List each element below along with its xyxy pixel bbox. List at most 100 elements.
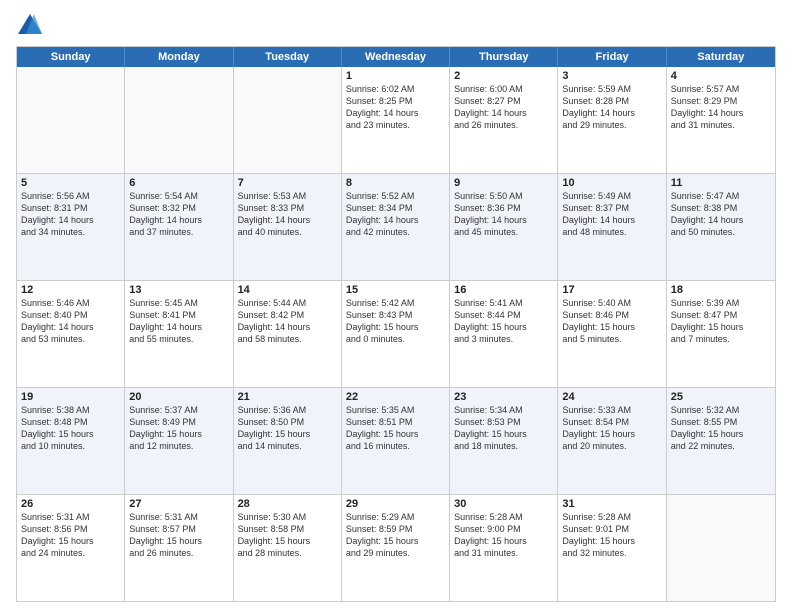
day-info: Sunrise: 5:44 AMSunset: 8:42 PMDaylight:… [238,297,337,346]
day-info: Sunrise: 5:56 AMSunset: 8:31 PMDaylight:… [21,190,120,239]
day-number: 11 [671,177,771,189]
day-number: 1 [346,70,445,82]
calendar-day-2: 2Sunrise: 6:00 AMSunset: 8:27 PMDaylight… [450,67,558,173]
calendar-day-25: 25Sunrise: 5:32 AMSunset: 8:55 PMDayligh… [667,388,775,494]
day-number: 25 [671,391,771,403]
calendar-day-31: 31Sunrise: 5:28 AMSunset: 9:01 PMDayligh… [558,495,666,601]
day-number: 3 [562,70,661,82]
calendar-day-19: 19Sunrise: 5:38 AMSunset: 8:48 PMDayligh… [17,388,125,494]
calendar-empty-cell [17,67,125,173]
day-number: 13 [129,284,228,296]
calendar-day-10: 10Sunrise: 5:49 AMSunset: 8:37 PMDayligh… [558,174,666,280]
day-info: Sunrise: 5:45 AMSunset: 8:41 PMDaylight:… [129,297,228,346]
day-number: 12 [21,284,120,296]
day-number: 30 [454,498,553,510]
calendar-week-5: 26Sunrise: 5:31 AMSunset: 8:56 PMDayligh… [17,495,775,601]
calendar-header: SundayMondayTuesdayWednesdayThursdayFrid… [17,47,775,67]
day-number: 21 [238,391,337,403]
day-info: Sunrise: 5:28 AMSunset: 9:01 PMDaylight:… [562,511,661,560]
calendar-day-13: 13Sunrise: 5:45 AMSunset: 8:41 PMDayligh… [125,281,233,387]
day-info: Sunrise: 5:57 AMSunset: 8:29 PMDaylight:… [671,83,771,132]
calendar: SundayMondayTuesdayWednesdayThursdayFrid… [16,46,776,602]
day-info: Sunrise: 5:32 AMSunset: 8:55 PMDaylight:… [671,404,771,453]
day-info: Sunrise: 5:50 AMSunset: 8:36 PMDaylight:… [454,190,553,239]
day-info: Sunrise: 5:31 AMSunset: 8:56 PMDaylight:… [21,511,120,560]
day-number: 18 [671,284,771,296]
calendar-day-27: 27Sunrise: 5:31 AMSunset: 8:57 PMDayligh… [125,495,233,601]
calendar-day-26: 26Sunrise: 5:31 AMSunset: 8:56 PMDayligh… [17,495,125,601]
calendar-day-3: 3Sunrise: 5:59 AMSunset: 8:28 PMDaylight… [558,67,666,173]
day-info: Sunrise: 6:00 AMSunset: 8:27 PMDaylight:… [454,83,553,132]
day-number: 20 [129,391,228,403]
day-number: 23 [454,391,553,403]
day-header-thursday: Thursday [450,47,558,67]
calendar-day-1: 1Sunrise: 6:02 AMSunset: 8:25 PMDaylight… [342,67,450,173]
day-number: 24 [562,391,661,403]
day-number: 27 [129,498,228,510]
page: SundayMondayTuesdayWednesdayThursdayFrid… [0,0,792,612]
header [16,12,776,40]
calendar-day-11: 11Sunrise: 5:47 AMSunset: 8:38 PMDayligh… [667,174,775,280]
day-info: Sunrise: 5:54 AMSunset: 8:32 PMDaylight:… [129,190,228,239]
day-info: Sunrise: 5:29 AMSunset: 8:59 PMDaylight:… [346,511,445,560]
day-info: Sunrise: 5:31 AMSunset: 8:57 PMDaylight:… [129,511,228,560]
calendar-day-29: 29Sunrise: 5:29 AMSunset: 8:59 PMDayligh… [342,495,450,601]
day-info: Sunrise: 5:59 AMSunset: 8:28 PMDaylight:… [562,83,661,132]
day-info: Sunrise: 5:42 AMSunset: 8:43 PMDaylight:… [346,297,445,346]
calendar-day-9: 9Sunrise: 5:50 AMSunset: 8:36 PMDaylight… [450,174,558,280]
day-number: 15 [346,284,445,296]
day-number: 4 [671,70,771,82]
day-number: 28 [238,498,337,510]
day-info: Sunrise: 5:46 AMSunset: 8:40 PMDaylight:… [21,297,120,346]
calendar-week-3: 12Sunrise: 5:46 AMSunset: 8:40 PMDayligh… [17,281,775,388]
calendar-day-6: 6Sunrise: 5:54 AMSunset: 8:32 PMDaylight… [125,174,233,280]
day-number: 14 [238,284,337,296]
day-header-sunday: Sunday [17,47,125,67]
day-number: 26 [21,498,120,510]
day-number: 29 [346,498,445,510]
calendar-day-23: 23Sunrise: 5:34 AMSunset: 8:53 PMDayligh… [450,388,558,494]
day-info: Sunrise: 5:49 AMSunset: 8:37 PMDaylight:… [562,190,661,239]
day-number: 2 [454,70,553,82]
day-number: 31 [562,498,661,510]
day-number: 22 [346,391,445,403]
day-number: 16 [454,284,553,296]
day-number: 8 [346,177,445,189]
day-info: Sunrise: 5:40 AMSunset: 8:46 PMDaylight:… [562,297,661,346]
day-info: Sunrise: 5:39 AMSunset: 8:47 PMDaylight:… [671,297,771,346]
logo [16,12,48,40]
calendar-empty-cell [234,67,342,173]
calendar-day-20: 20Sunrise: 5:37 AMSunset: 8:49 PMDayligh… [125,388,233,494]
calendar-week-4: 19Sunrise: 5:38 AMSunset: 8:48 PMDayligh… [17,388,775,495]
calendar-day-30: 30Sunrise: 5:28 AMSunset: 9:00 PMDayligh… [450,495,558,601]
day-header-tuesday: Tuesday [234,47,342,67]
calendar-day-14: 14Sunrise: 5:44 AMSunset: 8:42 PMDayligh… [234,281,342,387]
calendar-day-5: 5Sunrise: 5:56 AMSunset: 8:31 PMDaylight… [17,174,125,280]
calendar-day-21: 21Sunrise: 5:36 AMSunset: 8:50 PMDayligh… [234,388,342,494]
day-info: Sunrise: 5:37 AMSunset: 8:49 PMDaylight:… [129,404,228,453]
calendar-day-22: 22Sunrise: 5:35 AMSunset: 8:51 PMDayligh… [342,388,450,494]
day-number: 7 [238,177,337,189]
calendar-day-12: 12Sunrise: 5:46 AMSunset: 8:40 PMDayligh… [17,281,125,387]
calendar-day-16: 16Sunrise: 5:41 AMSunset: 8:44 PMDayligh… [450,281,558,387]
day-header-saturday: Saturday [667,47,775,67]
day-number: 10 [562,177,661,189]
day-info: Sunrise: 5:33 AMSunset: 8:54 PMDaylight:… [562,404,661,453]
day-info: Sunrise: 5:36 AMSunset: 8:50 PMDaylight:… [238,404,337,453]
calendar-week-1: 1Sunrise: 6:02 AMSunset: 8:25 PMDaylight… [17,67,775,174]
day-number: 17 [562,284,661,296]
day-info: Sunrise: 5:47 AMSunset: 8:38 PMDaylight:… [671,190,771,239]
day-number: 19 [21,391,120,403]
day-info: Sunrise: 5:38 AMSunset: 8:48 PMDaylight:… [21,404,120,453]
day-number: 5 [21,177,120,189]
logo-icon [16,12,44,40]
day-info: Sunrise: 5:28 AMSunset: 9:00 PMDaylight:… [454,511,553,560]
calendar-day-8: 8Sunrise: 5:52 AMSunset: 8:34 PMDaylight… [342,174,450,280]
day-info: Sunrise: 5:30 AMSunset: 8:58 PMDaylight:… [238,511,337,560]
day-info: Sunrise: 5:34 AMSunset: 8:53 PMDaylight:… [454,404,553,453]
calendar-day-28: 28Sunrise: 5:30 AMSunset: 8:58 PMDayligh… [234,495,342,601]
day-info: Sunrise: 5:41 AMSunset: 8:44 PMDaylight:… [454,297,553,346]
day-number: 9 [454,177,553,189]
calendar-day-17: 17Sunrise: 5:40 AMSunset: 8:46 PMDayligh… [558,281,666,387]
calendar-day-7: 7Sunrise: 5:53 AMSunset: 8:33 PMDaylight… [234,174,342,280]
